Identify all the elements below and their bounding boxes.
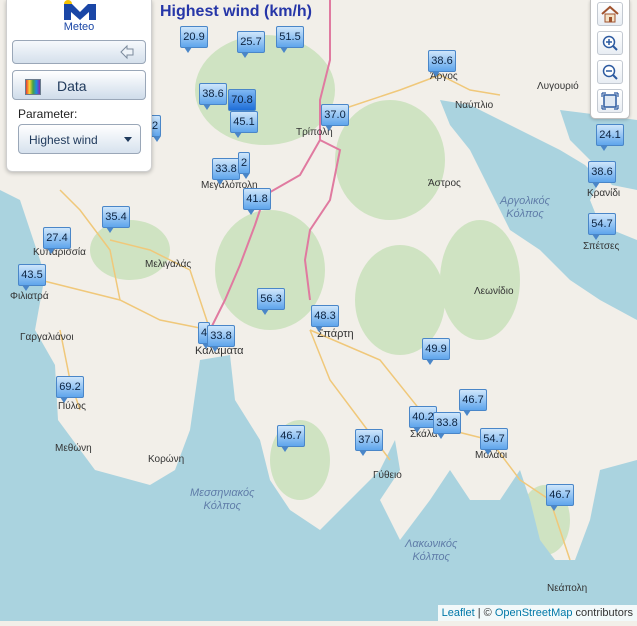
station-marker[interactable]: 37.0 bbox=[321, 104, 349, 131]
home-icon bbox=[601, 5, 619, 23]
sea-label: Μεσσηνιακός Κόλπος bbox=[190, 487, 255, 512]
place-label: Ναύπλιο bbox=[455, 100, 494, 111]
logo-text: Meteo bbox=[63, 21, 95, 33]
parameter-select-value: Highest wind bbox=[29, 133, 98, 147]
map-title: Highest wind (km/h) bbox=[160, 3, 312, 20]
place-label: Γαργαλιάνοι bbox=[20, 332, 74, 343]
zoom-out-button[interactable] bbox=[597, 60, 623, 84]
home-button[interactable] bbox=[597, 2, 623, 26]
place-label: Μεθώνη bbox=[55, 443, 92, 454]
fullscreen-button[interactable] bbox=[597, 89, 623, 113]
place-label: Άστρος bbox=[428, 178, 461, 189]
place-label: Σπέτσες bbox=[583, 241, 620, 252]
station-marker[interactable]: 38.6 bbox=[428, 50, 456, 77]
place-label: Μελιγαλάς bbox=[145, 259, 192, 270]
station-marker[interactable]: 38.6 bbox=[199, 83, 227, 110]
station-marker[interactable]: 33.8 bbox=[207, 325, 235, 352]
arrow-left-icon bbox=[120, 44, 134, 60]
place-label: Λυγουριό bbox=[537, 81, 579, 92]
parameter-select[interactable]: Highest wind bbox=[18, 124, 141, 154]
sea-label: Αργολικός Κόλπος bbox=[500, 195, 550, 220]
data-button[interactable]: Data bbox=[12, 70, 146, 100]
station-marker[interactable]: 37.0 bbox=[355, 429, 383, 456]
place-label: Φιλιατρά bbox=[10, 291, 49, 302]
station-marker[interactable]: 69.2 bbox=[56, 376, 84, 403]
map-toolbar bbox=[590, 0, 630, 119]
station-marker[interactable]: 24.1 bbox=[596, 124, 624, 151]
fullscreen-icon bbox=[601, 92, 619, 110]
station-marker[interactable]: 70.8 bbox=[228, 89, 256, 116]
sea-label: Λακωνικός Κόλπος bbox=[405, 538, 458, 563]
station-marker[interactable]: 56.3 bbox=[257, 288, 285, 315]
station-marker[interactable]: 41.8 bbox=[243, 188, 271, 215]
station-marker[interactable]: 27.4 bbox=[43, 227, 71, 254]
station-marker[interactable]: 54.7 bbox=[588, 213, 616, 240]
color-palette-icon bbox=[25, 79, 41, 95]
station-marker[interactable]: 54.7 bbox=[480, 428, 508, 455]
station-marker[interactable]: 35.4 bbox=[102, 206, 130, 233]
place-label: Κορώνη bbox=[148, 454, 185, 465]
zoom-out-icon bbox=[602, 64, 618, 80]
station-marker[interactable]: 33.8 bbox=[212, 158, 240, 185]
map-attribution: Leaflet | © OpenStreetMap contributors bbox=[437, 605, 637, 621]
attribution-separator: | © bbox=[474, 607, 495, 619]
station-marker[interactable]: 49.9 bbox=[422, 338, 450, 365]
station-marker[interactable]: 51.5 bbox=[276, 26, 304, 53]
place-label: Κρανίδι bbox=[587, 188, 621, 199]
place-label: Λεωνίδιο bbox=[474, 286, 514, 297]
station-marker[interactable]: 2 bbox=[238, 152, 250, 179]
control-panel: Meteo Data Parameter: Highest wind bbox=[6, 0, 152, 172]
place-label: Γύθειο bbox=[373, 470, 402, 481]
station-marker[interactable]: 25.7 bbox=[237, 31, 265, 58]
chevron-down-icon bbox=[124, 137, 132, 142]
station-marker[interactable]: 46.7 bbox=[277, 425, 305, 452]
collapse-panel-button[interactable] bbox=[12, 40, 146, 64]
station-marker[interactable]: 48.3 bbox=[311, 305, 339, 332]
parameter-label: Parameter: bbox=[18, 107, 78, 121]
station-marker[interactable]: 46.7 bbox=[459, 389, 487, 416]
station-marker[interactable]: 43.5 bbox=[18, 264, 46, 291]
station-marker[interactable]: 38.6 bbox=[588, 161, 616, 188]
osm-link[interactable]: OpenStreetMap bbox=[495, 607, 573, 619]
zoom-in-icon bbox=[602, 35, 618, 51]
station-marker[interactable]: 46.7 bbox=[546, 484, 574, 511]
leaflet-link[interactable]: Leaflet bbox=[442, 607, 475, 619]
station-marker[interactable]: 45.1 bbox=[230, 111, 258, 138]
place-label: Νεάπολη bbox=[547, 583, 588, 594]
zoom-in-button[interactable] bbox=[597, 31, 623, 55]
attribution-suffix: contributors bbox=[572, 607, 633, 619]
data-button-label: Data bbox=[57, 78, 87, 94]
station-marker[interactable]: 20.9 bbox=[180, 26, 208, 53]
station-marker[interactable]: 33.8 bbox=[433, 412, 461, 439]
